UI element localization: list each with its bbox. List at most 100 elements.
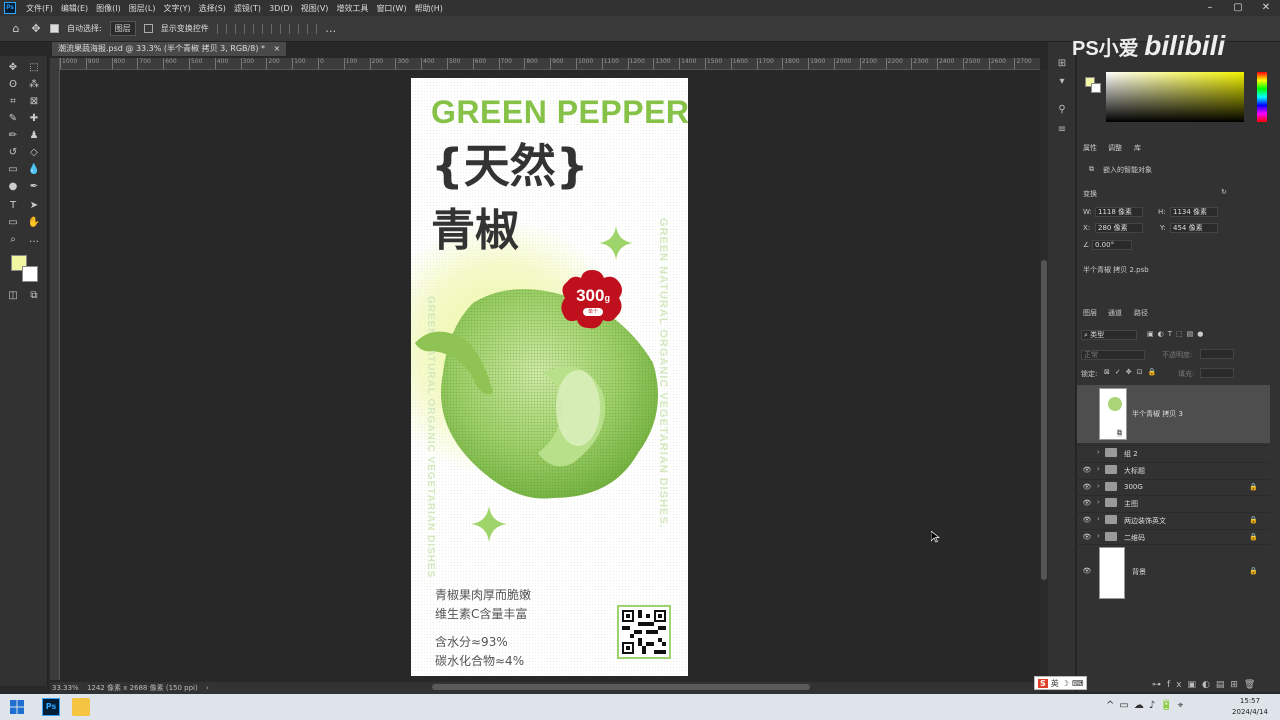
- eraser-tool-icon[interactable]: ◇: [26, 145, 42, 161]
- more-options-icon[interactable]: …: [325, 22, 337, 35]
- layer-row[interactable]: 👁 › 300G 🔒: [1077, 478, 1270, 495]
- home-icon[interactable]: ⌂: [10, 22, 22, 35]
- photoshop-logo-icon[interactable]: Ps: [4, 2, 16, 14]
- tab-layers[interactable]: 图层: [1083, 308, 1097, 318]
- menu-type[interactable]: 文字(Y): [159, 3, 194, 14]
- align-center-icon[interactable]: [234, 23, 245, 34]
- healing-tool-icon[interactable]: ✚: [26, 111, 42, 127]
- status-menu-icon[interactable]: ›: [206, 684, 209, 692]
- dodge-tool-icon[interactable]: ●: [5, 179, 21, 195]
- background-color-swatch[interactable]: [22, 266, 38, 282]
- gradient-tool-icon[interactable]: ▭: [5, 162, 21, 178]
- history-brush-tool-icon[interactable]: ↺: [5, 145, 21, 161]
- screen-mode-icon[interactable]: ⧉: [26, 288, 42, 304]
- layers-footer-icons[interactable]: ⊶fx▣◐▤⊞🗑: [1152, 680, 1261, 690]
- layer-row-selected[interactable]: ⧉ 半个青椒 拷贝 3: [1077, 385, 1270, 443]
- tab-channels[interactable]: 通道: [1108, 308, 1122, 318]
- menu-plugins[interactable]: 增效工具: [332, 3, 372, 14]
- file-explorer-icon[interactable]: [72, 698, 90, 716]
- tab-close-icon[interactable]: ×: [274, 44, 281, 53]
- system-clock[interactable]: 15:57 2024/4/14: [1230, 696, 1270, 718]
- menu-view[interactable]: 视图(V): [297, 3, 333, 14]
- expand-chevron-icon[interactable]: ›: [1097, 498, 1100, 506]
- quick-mask-icon[interactable]: ◫: [5, 288, 21, 304]
- layer-row[interactable]: 👁 › 大标题: [1077, 461, 1270, 478]
- poster-canvas[interactable]: GREEN PEPPER {天然} 青椒 GREEN NATURAL ORGAN…: [411, 78, 688, 676]
- height-field[interactable]: 1134 像素: [1170, 207, 1218, 217]
- align-bottom-icon[interactable]: [306, 23, 317, 34]
- zoom-level[interactable]: 33.33%: [52, 684, 79, 692]
- layer-row[interactable]: › 组 2: [1077, 445, 1270, 461]
- minimize-icon[interactable]: –: [1196, 0, 1224, 16]
- path-select-tool-icon[interactable]: ➤: [26, 198, 42, 214]
- history-icon[interactable]: ⊞: [1056, 58, 1068, 70]
- tab-adjustments[interactable]: 调整: [1108, 143, 1122, 153]
- align-left-icon[interactable]: [216, 23, 227, 34]
- layer-row[interactable]: 👁 › 主图: [1077, 495, 1270, 511]
- crop-tool-icon[interactable]: ⌗: [5, 94, 21, 110]
- menu-edit[interactable]: 编辑(E): [57, 3, 92, 14]
- y-field[interactable]: 454 像素: [1170, 223, 1218, 233]
- layer-row[interactable]: 👁 背景 🔒: [1077, 543, 1270, 600]
- visibility-eye-icon[interactable]: 👁: [1082, 533, 1092, 543]
- visibility-eye-icon[interactable]: [1082, 449, 1092, 459]
- hand-tool-icon[interactable]: ✋: [26, 215, 42, 231]
- ime-toolbar[interactable]: S 英 ☽ ⌨: [1034, 676, 1088, 690]
- reset-transform-icon[interactable]: ↻: [1221, 188, 1227, 196]
- ime-moon-icon[interactable]: ☽: [1062, 679, 1069, 688]
- auto-select-checkbox[interactable]: [50, 24, 59, 33]
- lock-icons[interactable]: ⊠✓✥⊡🔒: [1104, 368, 1161, 376]
- layer-row[interactable]: 👁 › 二维码 🔒: [1077, 529, 1270, 545]
- expand-chevron-icon[interactable]: ›: [1097, 448, 1100, 456]
- frame-tool-icon[interactable]: ⊠: [26, 94, 42, 110]
- vertical-scroll-thumb[interactable]: [1041, 260, 1047, 580]
- expand-chevron-icon[interactable]: ›: [1097, 465, 1100, 473]
- menu-window[interactable]: 窗口(W): [372, 3, 410, 14]
- x-field[interactable]: 280 像素: [1095, 223, 1143, 233]
- maximize-icon[interactable]: ▢: [1224, 0, 1252, 16]
- close-icon[interactable]: ✕: [1252, 0, 1280, 16]
- menu-filter[interactable]: 滤镜(T): [230, 3, 265, 14]
- panel-background-swatch[interactable]: [1091, 83, 1101, 93]
- eyedropper-tool-icon[interactable]: ✎: [5, 111, 21, 127]
- photoshop-taskbar-icon[interactable]: Ps: [42, 698, 60, 716]
- rectangle-tool-icon[interactable]: ▭: [5, 215, 21, 231]
- menu-3d[interactable]: 3D(D): [265, 4, 297, 13]
- auto-select-dropdown[interactable]: 图层: [109, 21, 136, 36]
- visibility-eye-icon[interactable]: 👁: [1082, 567, 1092, 577]
- hue-slider[interactable]: [1257, 72, 1267, 122]
- opacity-field[interactable]: [1200, 349, 1234, 359]
- align-middle-icon[interactable]: [288, 23, 299, 34]
- magic-wand-tool-icon[interactable]: ⁂: [26, 77, 42, 93]
- adjust-icon[interactable]: ⚲: [1056, 104, 1068, 116]
- ime-keyboard-icon[interactable]: ⌨: [1072, 679, 1084, 688]
- tab-properties[interactable]: 属性: [1083, 143, 1097, 153]
- expand-chevron-icon[interactable]: ›: [1097, 482, 1100, 490]
- menu-image[interactable]: 图像(I): [92, 3, 125, 14]
- document-tab[interactable]: 潮流果蔬海报.psd @ 33.3% (半个青椒 拷贝 3, RGB/8) * …: [52, 42, 287, 56]
- menu-help[interactable]: 帮助(H): [411, 3, 447, 14]
- marquee-tool-icon[interactable]: ⬚: [26, 60, 42, 76]
- properties-icon[interactable]: ≡: [1056, 124, 1068, 136]
- layer-row[interactable]: 👁 › 两边装饰英文 🔒: [1077, 512, 1270, 528]
- comment-icon[interactable]: ▾: [1056, 76, 1068, 88]
- align-right-icon[interactable]: [252, 23, 263, 34]
- menu-layer[interactable]: 图层(L): [125, 3, 160, 14]
- ime-language[interactable]: 英: [1051, 678, 1059, 689]
- system-tray-icons[interactable]: ^▭☁♪🔋⌖: [1106, 700, 1188, 711]
- vertical-ruler[interactable]: [50, 58, 60, 680]
- type-tool-icon[interactable]: T: [5, 198, 21, 214]
- visibility-eye-icon[interactable]: 👁: [1082, 466, 1092, 476]
- zoom-tool-icon[interactable]: ⌕: [5, 232, 21, 248]
- menu-select[interactable]: 选择(S): [195, 3, 230, 14]
- horizontal-scroll-thumb[interactable]: [432, 684, 810, 690]
- expand-chevron-icon[interactable]: ›: [1097, 515, 1100, 523]
- brush-tool-icon[interactable]: ✏: [5, 128, 21, 144]
- visibility-eye-icon[interactable]: 👁: [1082, 516, 1092, 526]
- menu-file[interactable]: 文件(F): [22, 3, 57, 14]
- more-tools-icon[interactable]: …: [26, 232, 42, 248]
- blend-mode-dropdown[interactable]: 正常: [1081, 350, 1145, 360]
- move-tool-icon[interactable]: ✥: [5, 60, 21, 76]
- layer-filter-icons[interactable]: ▣◐T⬚▤●: [1147, 330, 1207, 338]
- tab-paths[interactable]: 路径: [1134, 308, 1148, 318]
